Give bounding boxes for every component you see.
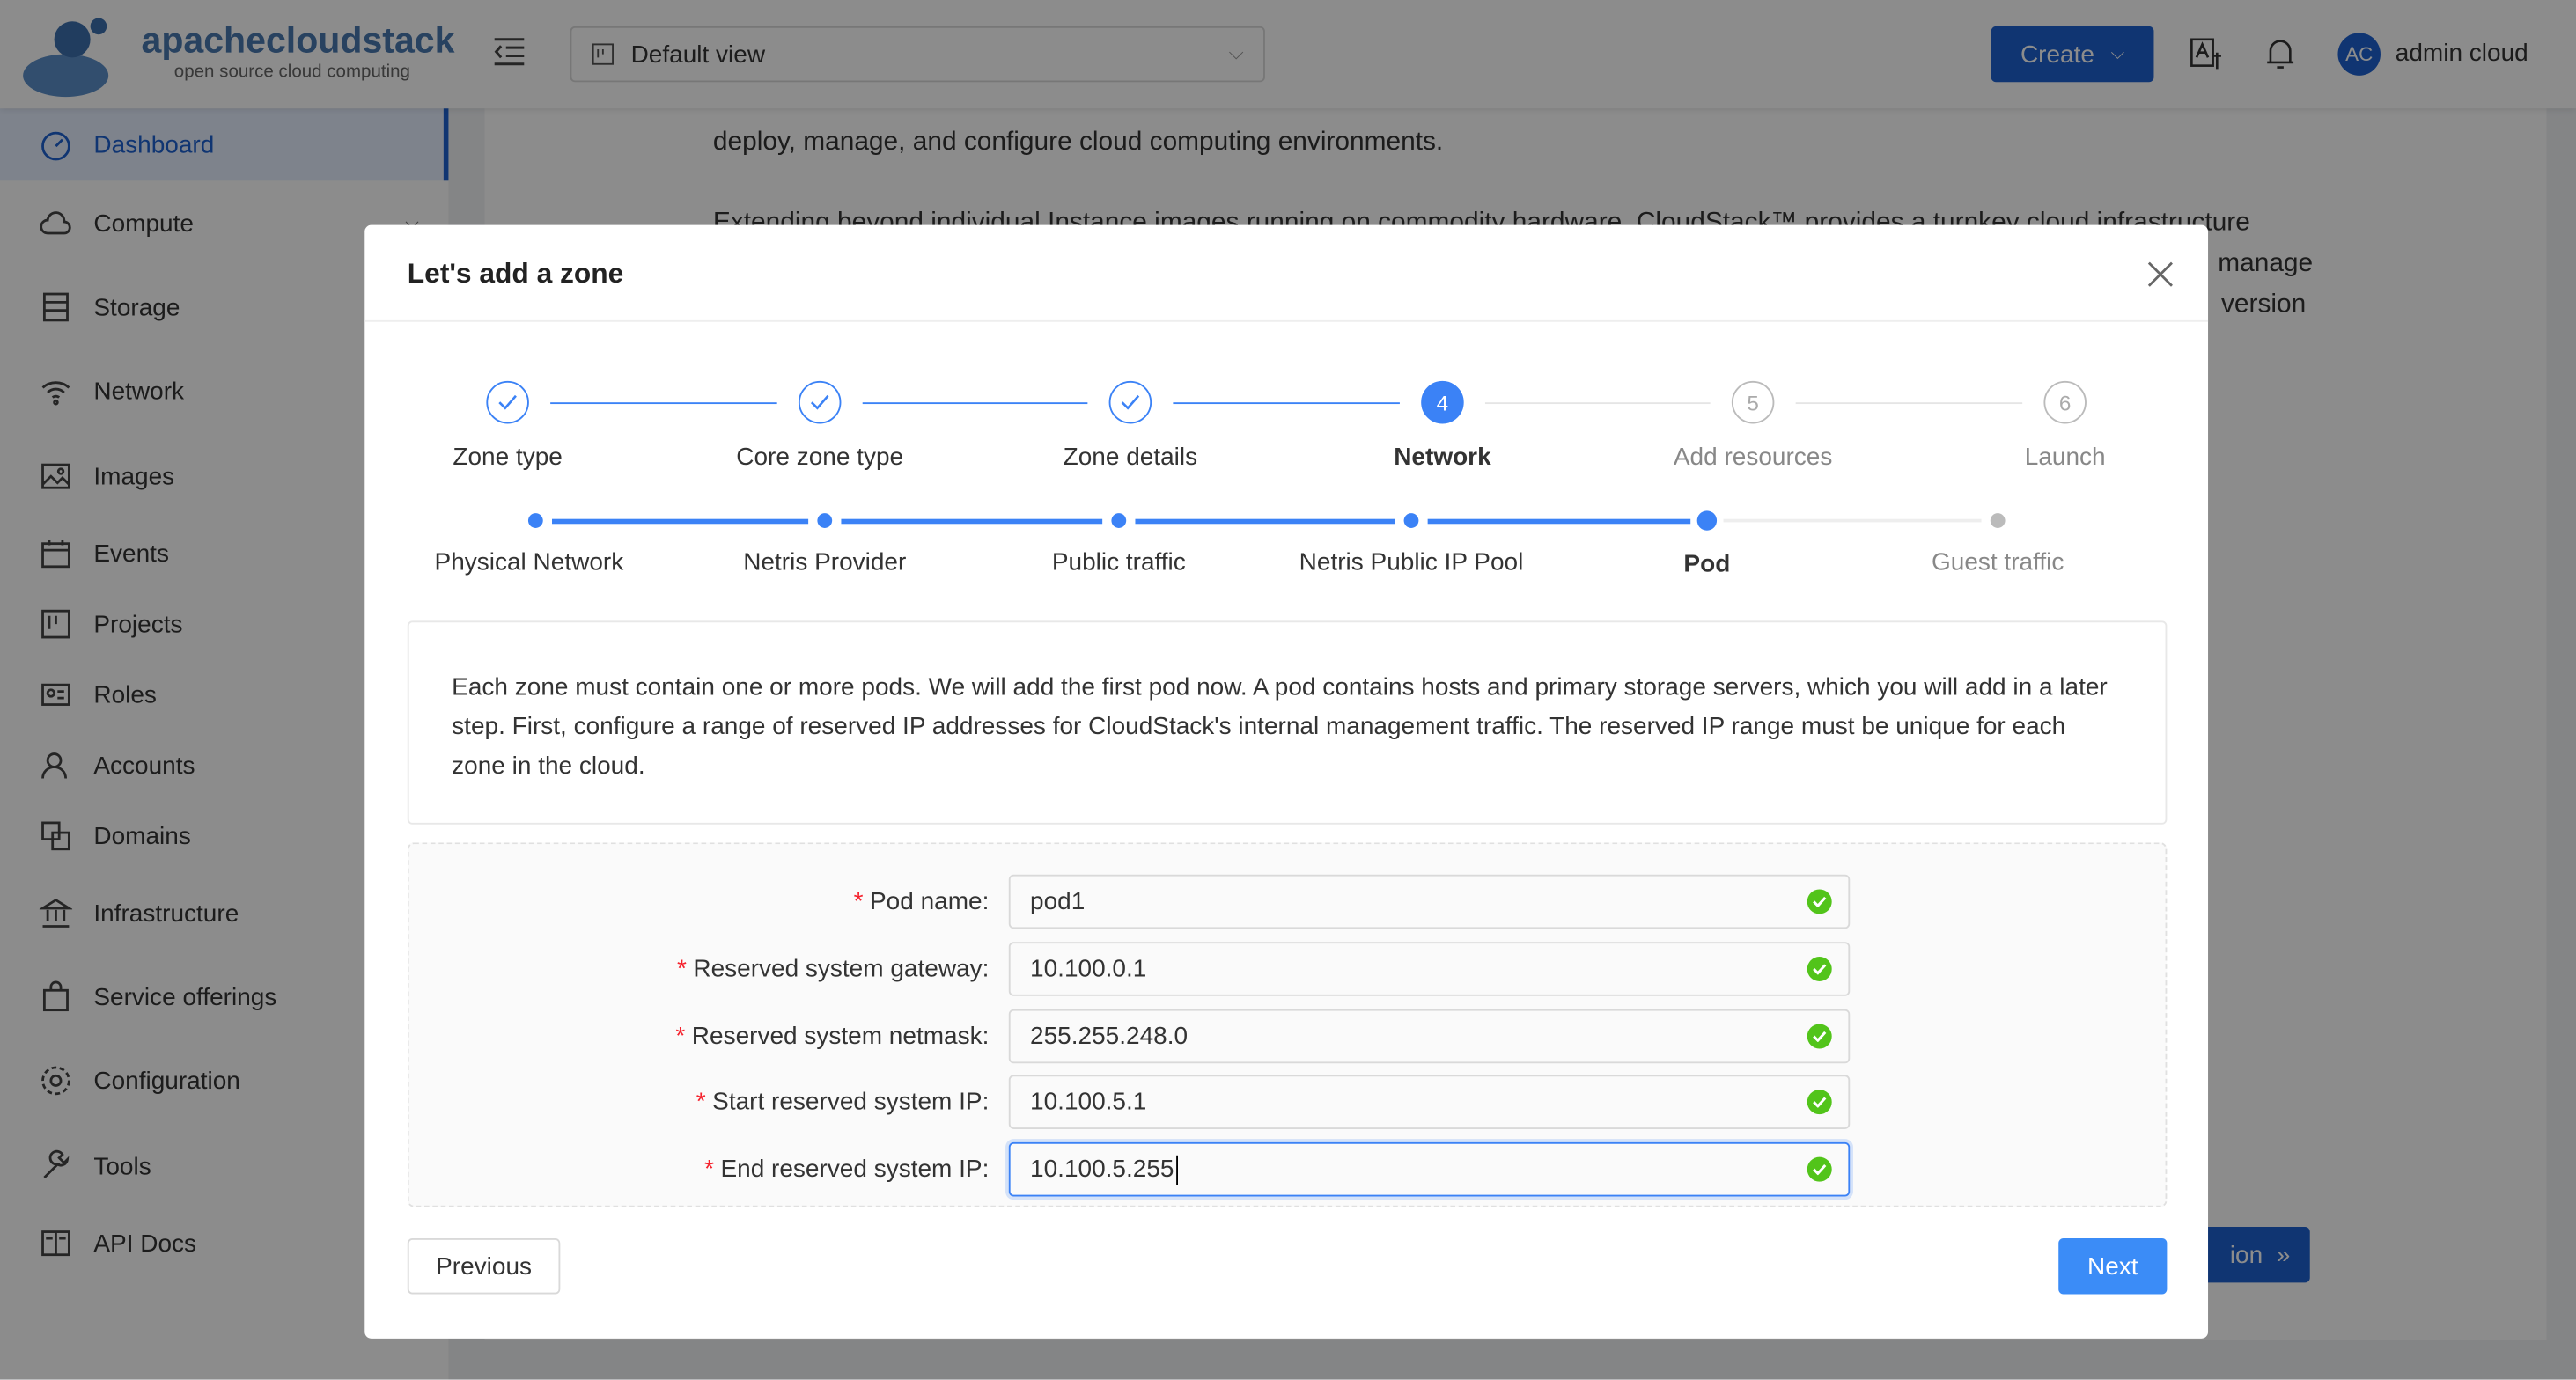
check-circle-icon: [1807, 1090, 1832, 1115]
step-connector: [862, 402, 1088, 405]
close-icon[interactable]: [2147, 261, 2174, 296]
step-label: Add resources: [1673, 443, 1833, 472]
substep-label: Physical Network: [434, 548, 624, 577]
substep-dot: [1990, 513, 2006, 528]
reserved-system-netmask-label: * Reserved system netmask:: [675, 1022, 990, 1051]
modal-title: Let's add a zone: [407, 257, 624, 290]
substep-dot: [527, 513, 543, 528]
substep-dot: [1111, 513, 1127, 528]
check-circle-icon: [1807, 1156, 1832, 1182]
substep-label: Netris Public IP Pool: [1299, 548, 1524, 577]
step-connector: [550, 402, 777, 405]
substep-label: Pod: [1683, 550, 1731, 578]
pod-name-label: * Pod name:: [853, 887, 990, 916]
next-button[interactable]: Next: [2058, 1238, 2168, 1295]
divider: [364, 319, 2209, 322]
add-zone-modal: Let's add a zone Zone type Core zone type…: [364, 224, 2209, 1339]
pod-form: * Pod name: pod1 * Reserved system gateway: 1…: [407, 842, 2168, 1208]
end-reserved-system-ip-label: * End reserved system IP:: [704, 1155, 990, 1184]
previous-button[interactable]: Previous: [407, 1238, 561, 1295]
substep-connector: [841, 518, 1103, 525]
reserved-system-gateway-label: * Reserved system gateway:: [676, 955, 990, 983]
check-icon: [498, 394, 517, 410]
reserved-system-netmask-input[interactable]: 255.255.248.0: [1008, 1009, 1851, 1064]
step-label: Network: [1394, 443, 1491, 472]
text-cursor: [1175, 1154, 1178, 1185]
step-icon: 5: [1731, 380, 1775, 424]
step-icon: [798, 380, 842, 424]
step-icon: 4: [1421, 380, 1464, 424]
check-icon: [810, 394, 829, 410]
step-connector: [1795, 402, 2023, 405]
substep-dot: [1403, 513, 1419, 528]
step-icon: [486, 380, 529, 424]
check-circle-icon: [1807, 1024, 1832, 1049]
substep-connector: [1427, 518, 1691, 525]
pod-info-box: Each zone must contain one or more pods.…: [407, 620, 2168, 825]
substep-connector: [1723, 518, 1982, 523]
check-circle-icon: [1807, 957, 1832, 981]
substep-dot: [1696, 510, 1718, 531]
step-icon: [1108, 380, 1152, 424]
substep-label: Guest traffic: [1931, 548, 2064, 577]
step-connector: [1484, 402, 1711, 405]
step-label: Zone type: [453, 443, 563, 472]
substep-label: Netris Provider: [743, 548, 907, 577]
substep-label: Public traffic: [1051, 548, 1186, 577]
step-label: Core zone type: [736, 443, 904, 472]
step-label: Launch: [2024, 443, 2106, 472]
substep-dot: [817, 513, 833, 528]
check-circle-icon: [1807, 889, 1832, 914]
check-icon: [1121, 394, 1140, 410]
end-reserved-system-ip-input[interactable]: 10.100.5.255: [1008, 1141, 1851, 1197]
start-reserved-system-ip-label: * Start reserved system IP:: [696, 1088, 990, 1117]
substep-connector: [1135, 518, 1395, 525]
substep-connector: [552, 518, 809, 525]
step-icon: 6: [2043, 380, 2087, 424]
start-reserved-system-ip-input[interactable]: 10.100.5.1: [1008, 1075, 1851, 1129]
pod-name-input[interactable]: pod1: [1008, 874, 1851, 929]
step-label: Zone details: [1063, 443, 1198, 472]
step-connector: [1173, 402, 1400, 405]
reserved-system-gateway-input[interactable]: 10.100.0.1: [1008, 942, 1851, 996]
